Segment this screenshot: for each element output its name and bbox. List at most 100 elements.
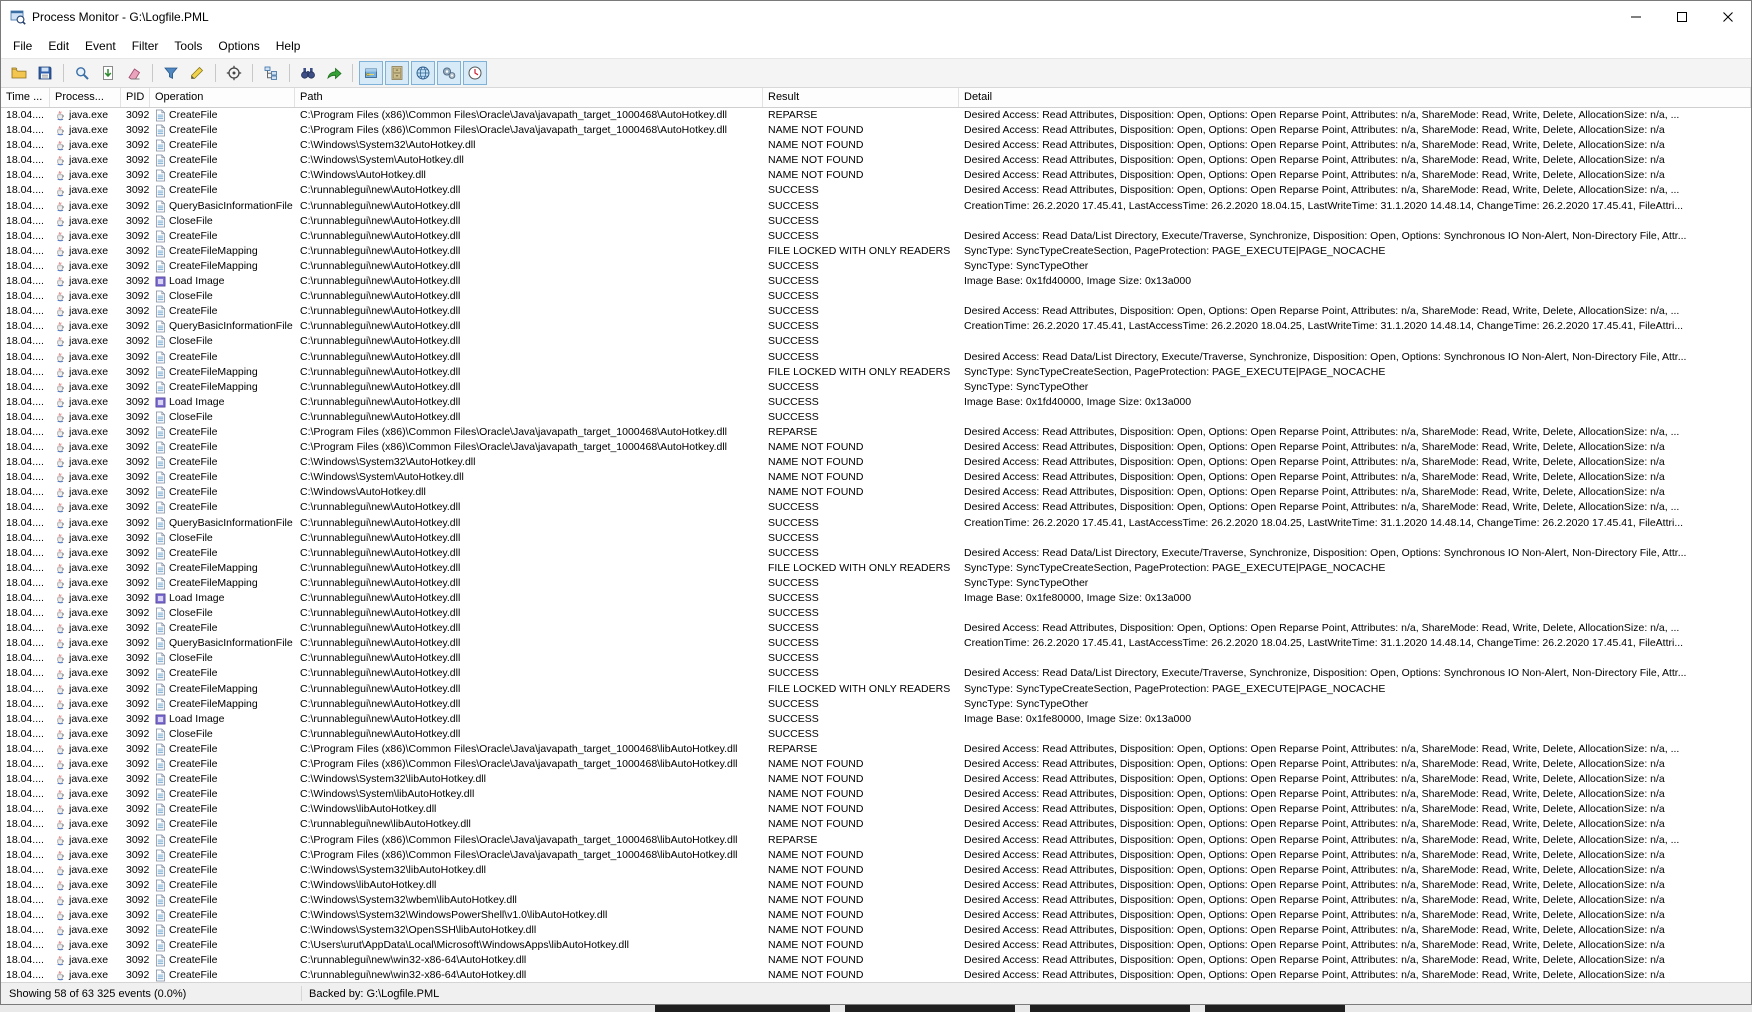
event-row[interactable]: 18.04.... java.exe 3092 CreateFile C:\Progra… — [1, 123, 1751, 138]
event-row[interactable]: 18.04.... java.exe 3092 CreateFile C:\Progra… — [1, 833, 1751, 848]
event-row[interactable]: 18.04.... java.exe 3092 CreateFile C:\Window… — [1, 878, 1751, 893]
toolbar-button-show-process-activity[interactable] — [437, 61, 461, 85]
column-header-path[interactable]: Path — [295, 88, 763, 107]
event-row[interactable]: 18.04.... java.exe 3092 CreateFile C:\Window… — [1, 138, 1751, 153]
event-row[interactable]: 18.04.... java.exe 3092 CreateFile C:\Window… — [1, 787, 1751, 802]
event-row[interactable]: 18.04.... java.exe 3092 CreateFile C:\Window… — [1, 168, 1751, 183]
event-row[interactable]: 18.04.... java.exe 3092 CreateFile C:\runnab… — [1, 500, 1751, 515]
toolbar-button-show-network-activity[interactable] — [411, 61, 435, 85]
event-row[interactable]: 18.04.... java.exe 3092 CreateFileMapping C:… — [1, 576, 1751, 591]
toolbar-button-save-log[interactable] — [33, 61, 57, 85]
event-row[interactable]: 18.04.... java.exe 3092 CreateFile C:\Progra… — [1, 848, 1751, 863]
event-row[interactable]: 18.04.... java.exe 3092 QueryBasicInformati… — [1, 636, 1751, 651]
toolbar-button-include-process-from-window[interactable] — [222, 61, 246, 85]
event-row[interactable]: 18.04.... java.exe 3092 CreateFile C:\Window… — [1, 923, 1751, 938]
menu-item-tools[interactable]: Tools — [166, 36, 210, 56]
event-row[interactable]: 18.04.... java.exe 3092 CreateFile C:\Progra… — [1, 742, 1751, 757]
minimize-button[interactable] — [1613, 1, 1659, 33]
event-row[interactable]: 18.04.... java.exe 3092 QueryBasicInformati… — [1, 319, 1751, 334]
toolbar-button-clear-display[interactable] — [122, 61, 146, 85]
event-row[interactable]: 18.04.... java.exe 3092 QueryBasicInformati… — [1, 516, 1751, 531]
column-header-process[interactable]: Process... — [50, 88, 121, 107]
menu-item-edit[interactable]: Edit — [40, 36, 77, 56]
column-header-pid[interactable]: PID — [121, 88, 150, 107]
menu-item-event[interactable]: Event — [77, 36, 124, 56]
toolbar-button-show-process-tree[interactable] — [259, 61, 283, 85]
event-row[interactable]: 18.04.... java.exe 3092 CreateFile C:\runnab… — [1, 666, 1751, 681]
event-row[interactable]: 18.04.... java.exe 3092 CreateFile C:\Window… — [1, 802, 1751, 817]
menu-item-help[interactable]: Help — [268, 36, 309, 56]
menu-item-file[interactable]: File — [5, 36, 40, 56]
toolbar-button-show-registry-activity[interactable] — [359, 61, 383, 85]
toolbar-button-show-profiling-events[interactable] — [463, 61, 487, 85]
maximize-button[interactable] — [1659, 1, 1705, 33]
event-row[interactable]: 18.04.... java.exe 3092 Load Image C:\runnab… — [1, 395, 1751, 410]
event-row[interactable]: 18.04.... java.exe 3092 CreateFile C:\runnab… — [1, 229, 1751, 244]
event-row[interactable]: 18.04.... java.exe 3092 CreateFile C:\Progra… — [1, 425, 1751, 440]
event-row[interactable]: 18.04.... java.exe 3092 Load Image C:\runnab… — [1, 591, 1751, 606]
toolbar-button-open-log[interactable] — [7, 61, 31, 85]
event-row[interactable]: 18.04.... java.exe 3092 CreateFile C:\runnab… — [1, 817, 1751, 832]
event-row[interactable]: 18.04.... java.exe 3092 CloseFile C:\runnabl… — [1, 334, 1751, 349]
event-row[interactable]: 18.04.... java.exe 3092 QueryBasicInformati… — [1, 199, 1751, 214]
event-row[interactable]: 18.04.... java.exe 3092 CloseFile C:\runnabl… — [1, 606, 1751, 621]
event-row[interactable]: 18.04.... java.exe 3092 CreateFileMapping C:… — [1, 380, 1751, 395]
event-row[interactable]: 18.04.... java.exe 3092 CreateFile C:\Progra… — [1, 440, 1751, 455]
event-row[interactable]: 18.04.... java.exe 3092 CreateFile C:\runnab… — [1, 621, 1751, 636]
event-row[interactable]: 18.04.... java.exe 3092 CreateFileMapping C:… — [1, 561, 1751, 576]
procmon-app-icon[interactable] — [10, 9, 26, 25]
event-row[interactable]: 18.04.... java.exe 3092 CreateFileMapping C:… — [1, 697, 1751, 712]
event-row[interactable]: 18.04.... java.exe 3092 CreateFile C:\Progra… — [1, 757, 1751, 772]
event-row[interactable]: 18.04.... java.exe 3092 CreateFileMapping C:… — [1, 682, 1751, 697]
event-row[interactable]: 18.04.... java.exe 3092 CloseFile C:\runnabl… — [1, 531, 1751, 546]
event-row[interactable]: 18.04.... java.exe 3092 CloseFile C:\runnabl… — [1, 410, 1751, 425]
menu-item-options[interactable]: Options — [210, 36, 267, 56]
event-row[interactable]: 18.04.... java.exe 3092 CreateFileMapping C:… — [1, 244, 1751, 259]
toolbar-button-highlight[interactable] — [185, 61, 209, 85]
event-row[interactable]: 18.04.... java.exe 3092 CloseFile C:\runnabl… — [1, 289, 1751, 304]
column-header-operation[interactable]: Operation — [150, 88, 295, 107]
title-bar[interactable]: Process Monitor - G:\Logfile.PML — [1, 1, 1751, 33]
event-row[interactable]: 18.04.... java.exe 3092 CreateFile C:\runnab… — [1, 304, 1751, 319]
cell-process: java.exe — [50, 576, 121, 591]
column-header-detail[interactable]: Detail — [959, 88, 1751, 107]
event-row[interactable]: 18.04.... java.exe 3092 CreateFile C:\Window… — [1, 908, 1751, 923]
file-operation-icon — [155, 501, 166, 514]
toolbar-button-show-filesystem-activity[interactable] — [385, 61, 409, 85]
close-button[interactable] — [1705, 1, 1751, 33]
event-row[interactable]: 18.04.... java.exe 3092 CloseFile C:\runnabl… — [1, 214, 1751, 229]
menu-item-filter[interactable]: Filter — [124, 36, 167, 56]
toolbar-button-find[interactable] — [296, 61, 320, 85]
event-row[interactable]: 18.04.... java.exe 3092 CreateFile C:\Window… — [1, 863, 1751, 878]
event-row[interactable]: 18.04.... java.exe 3092 CreateFile C:\runnab… — [1, 546, 1751, 561]
cell-pid: 3092 — [126, 833, 150, 846]
cell-process: java.exe — [50, 893, 121, 908]
cell-path: C:\runnablegui\new\AutoHotkey.dll — [300, 214, 461, 227]
event-row[interactable]: 18.04.... java.exe 3092 CreateFile C:\runnab… — [1, 350, 1751, 365]
toolbar-button-filter[interactable] — [159, 61, 183, 85]
event-row[interactable]: 18.04.... java.exe 3092 CreateFile C:\runnab… — [1, 953, 1751, 968]
event-row[interactable]: 18.04.... java.exe 3092 CreateFileMapping C:… — [1, 259, 1751, 274]
event-row[interactable]: 18.04.... java.exe 3092 CreateFile C:\Window… — [1, 455, 1751, 470]
event-row[interactable]: 18.04.... java.exe 3092 CloseFile C:\runnabl… — [1, 727, 1751, 742]
event-row[interactable]: 18.04.... java.exe 3092 CreateFile C:\Window… — [1, 470, 1751, 485]
column-header-result[interactable]: Result — [763, 88, 959, 107]
toolbar-button-capture-events[interactable] — [70, 61, 94, 85]
event-row[interactable]: 18.04.... java.exe 3092 CreateFile C:\Window… — [1, 153, 1751, 168]
toolbar-button-jump-to-object[interactable] — [322, 61, 346, 85]
event-row[interactable]: 18.04.... java.exe 3092 CreateFile C:\runnab… — [1, 183, 1751, 198]
java-process-icon — [55, 216, 66, 227]
column-header-time[interactable]: Time ... — [1, 88, 50, 107]
event-row[interactable]: 18.04.... java.exe 3092 CloseFile C:\runnabl… — [1, 651, 1751, 666]
event-row[interactable]: 18.04.... java.exe 3092 CreateFile C:\Progra… — [1, 108, 1751, 123]
event-row[interactable]: 18.04.... java.exe 3092 Load Image C:\runnab… — [1, 712, 1751, 727]
event-row[interactable]: 18.04.... java.exe 3092 Load Image C:\runnab… — [1, 274, 1751, 289]
cell-pid: 3092 — [126, 184, 150, 197]
event-row[interactable]: 18.04.... java.exe 3092 CreateFileMapping C:… — [1, 365, 1751, 380]
toolbar-button-autoscroll[interactable] — [96, 61, 120, 85]
event-row[interactable]: 18.04.... java.exe 3092 CreateFile C:\Window… — [1, 772, 1751, 787]
event-row[interactable]: 18.04.... java.exe 3092 CreateFile C:\runnab… — [1, 968, 1751, 982]
event-row[interactable]: 18.04.... java.exe 3092 CreateFile C:\Window… — [1, 893, 1751, 908]
event-row[interactable]: 18.04.... java.exe 3092 CreateFile C:\Users\… — [1, 938, 1751, 953]
event-row[interactable]: 18.04.... java.exe 3092 CreateFile C:\Window… — [1, 485, 1751, 500]
